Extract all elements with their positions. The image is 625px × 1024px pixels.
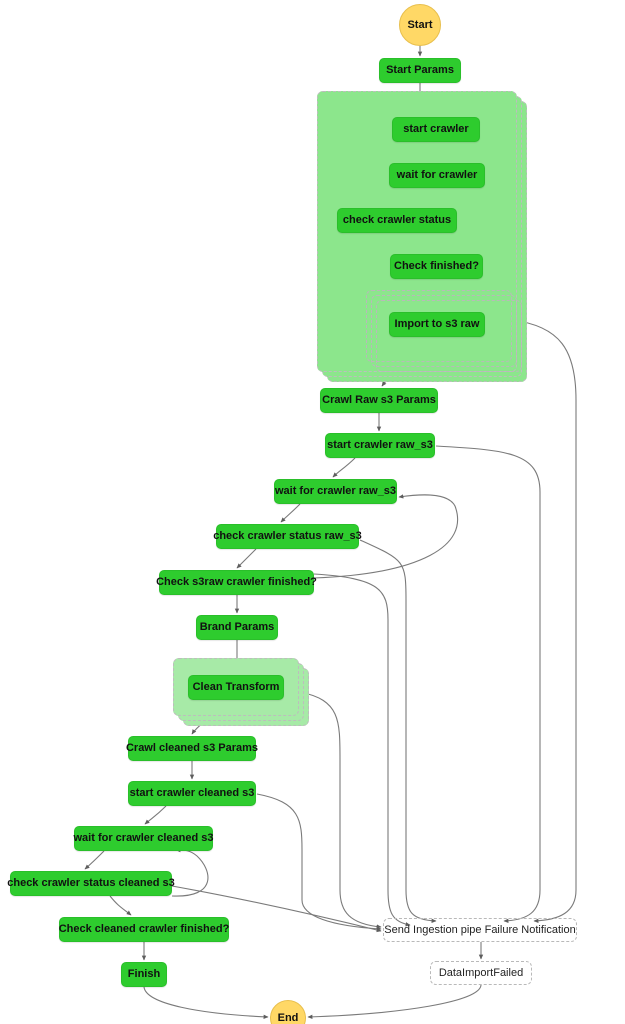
node-start-params-label: Start Params <box>386 64 454 77</box>
node-end[interactable]: End <box>270 1000 306 1024</box>
node-crawl-cleaned-s3-params-label: Crawl cleaned s3 Params <box>125 742 259 755</box>
edge-check-status-cleaned-to-check-finished-cleaned <box>109 895 132 916</box>
node-check-crawler-status[interactable]: check crawler status <box>337 208 457 233</box>
node-check-s3raw-crawler-finished-label: Check s3raw crawler finished? <box>156 576 317 589</box>
node-start-label: Start <box>407 18 433 31</box>
node-import-to-s3-raw[interactable]: Import to s3 raw <box>389 312 485 337</box>
node-finish[interactable]: Finish <box>121 962 167 987</box>
node-crawl-cleaned-s3-params[interactable]: Crawl cleaned s3 Params <box>125 736 259 761</box>
node-check-crawler-status-cleaned-s3[interactable]: check crawler status cleaned s3 <box>7 871 175 896</box>
node-start-crawler-cleaned-s3[interactable]: start crawler cleaned s3 <box>128 781 256 806</box>
node-check-cleaned-crawler-finished[interactable]: Check cleaned crawler finished? <box>59 917 229 942</box>
node-check-s3raw-crawler-finished[interactable]: Check s3raw crawler finished? <box>156 570 317 595</box>
node-end-label: End <box>277 1011 299 1024</box>
edge-wait-cleaned-to-check-status-cleaned <box>84 850 105 870</box>
node-check-crawler-status-raw-s3-label: check crawler status raw_s3 <box>213 530 362 543</box>
node-check-crawler-status-cleaned-s3-label: check crawler status cleaned s3 <box>7 877 175 890</box>
node-check-crawler-status-label: check crawler status <box>342 214 452 227</box>
node-crawl-raw-s3-params[interactable]: Crawl Raw s3 Params <box>320 388 438 413</box>
node-start-crawler-label: start crawler <box>403 123 469 136</box>
edge-check-status-raw-to-failure <box>359 539 437 924</box>
node-crawl-raw-s3-params-label: Crawl Raw s3 Params <box>322 394 436 407</box>
node-check-finished-label: Check finished? <box>394 260 479 273</box>
edge-check-cleaned-loopback <box>171 847 209 897</box>
node-send-failure-notification-label: Send Ingestion pipe Failure Notification <box>384 923 576 936</box>
edge-wait-raw-to-check-status-raw <box>280 503 301 523</box>
node-start-params[interactable]: Start Params <box>379 58 461 83</box>
node-start[interactable]: Start <box>399 4 441 46</box>
edge-check-status-raw-to-check-finished-raw <box>236 548 257 569</box>
node-start-crawler-raw-s3[interactable]: start crawler raw_s3 <box>325 433 435 458</box>
node-wait-for-crawler-cleaned-s3[interactable]: wait for crawler cleaned s3 <box>73 826 214 851</box>
node-data-import-failed-label: DataImportFailed <box>438 966 524 979</box>
node-wait-for-crawler-cleaned-s3-label: wait for crawler cleaned s3 <box>73 832 214 845</box>
node-finish-label: Finish <box>127 968 161 981</box>
edge-check-raw-finished-to-failure <box>313 573 411 927</box>
edge-import-to-failure <box>511 319 577 924</box>
node-wait-for-crawler-raw-s3[interactable]: wait for crawler raw_s3 <box>274 479 397 504</box>
edge-finish-to-end <box>143 986 269 1020</box>
node-send-failure-notification[interactable]: Send Ingestion pipe Failure Notification <box>383 918 577 942</box>
edge-start-raw-to-wait-raw <box>332 457 356 478</box>
node-clean-transform-label: Clean Transform <box>192 681 280 694</box>
node-start-crawler-cleaned-s3-label: start crawler cleaned s3 <box>129 787 255 800</box>
edge-data-import-failed-to-end <box>307 984 482 1020</box>
node-clean-transform[interactable]: Clean Transform <box>188 675 284 700</box>
edge-start-raw-to-failure <box>435 445 541 924</box>
node-brand-params[interactable]: Brand Params <box>196 615 278 640</box>
node-wait-for-crawler[interactable]: wait for crawler <box>389 163 485 188</box>
node-start-crawler[interactable]: start crawler <box>392 117 480 142</box>
node-import-to-s3-raw-label: Import to s3 raw <box>394 318 480 331</box>
node-check-cleaned-crawler-finished-label: Check cleaned crawler finished? <box>58 923 230 936</box>
node-wait-for-crawler-label: wait for crawler <box>396 169 478 182</box>
node-check-finished[interactable]: Check finished? <box>390 254 483 279</box>
node-wait-for-crawler-raw-s3-label: wait for crawler raw_s3 <box>274 485 397 498</box>
node-data-import-failed[interactable]: DataImportFailed <box>430 961 532 985</box>
node-start-crawler-raw-s3-label: start crawler raw_s3 <box>327 439 433 452</box>
node-brand-params-label: Brand Params <box>199 621 275 634</box>
edge-start-cleaned-to-failure <box>256 793 382 931</box>
edge-start-cleaned-to-wait-cleaned <box>144 805 167 825</box>
flowchart-canvas: Start Start Params start crawler wait fo… <box>0 0 625 1024</box>
node-check-crawler-status-raw-s3[interactable]: check crawler status raw_s3 <box>213 524 362 549</box>
edge-clean-transform-to-failure <box>299 691 382 929</box>
